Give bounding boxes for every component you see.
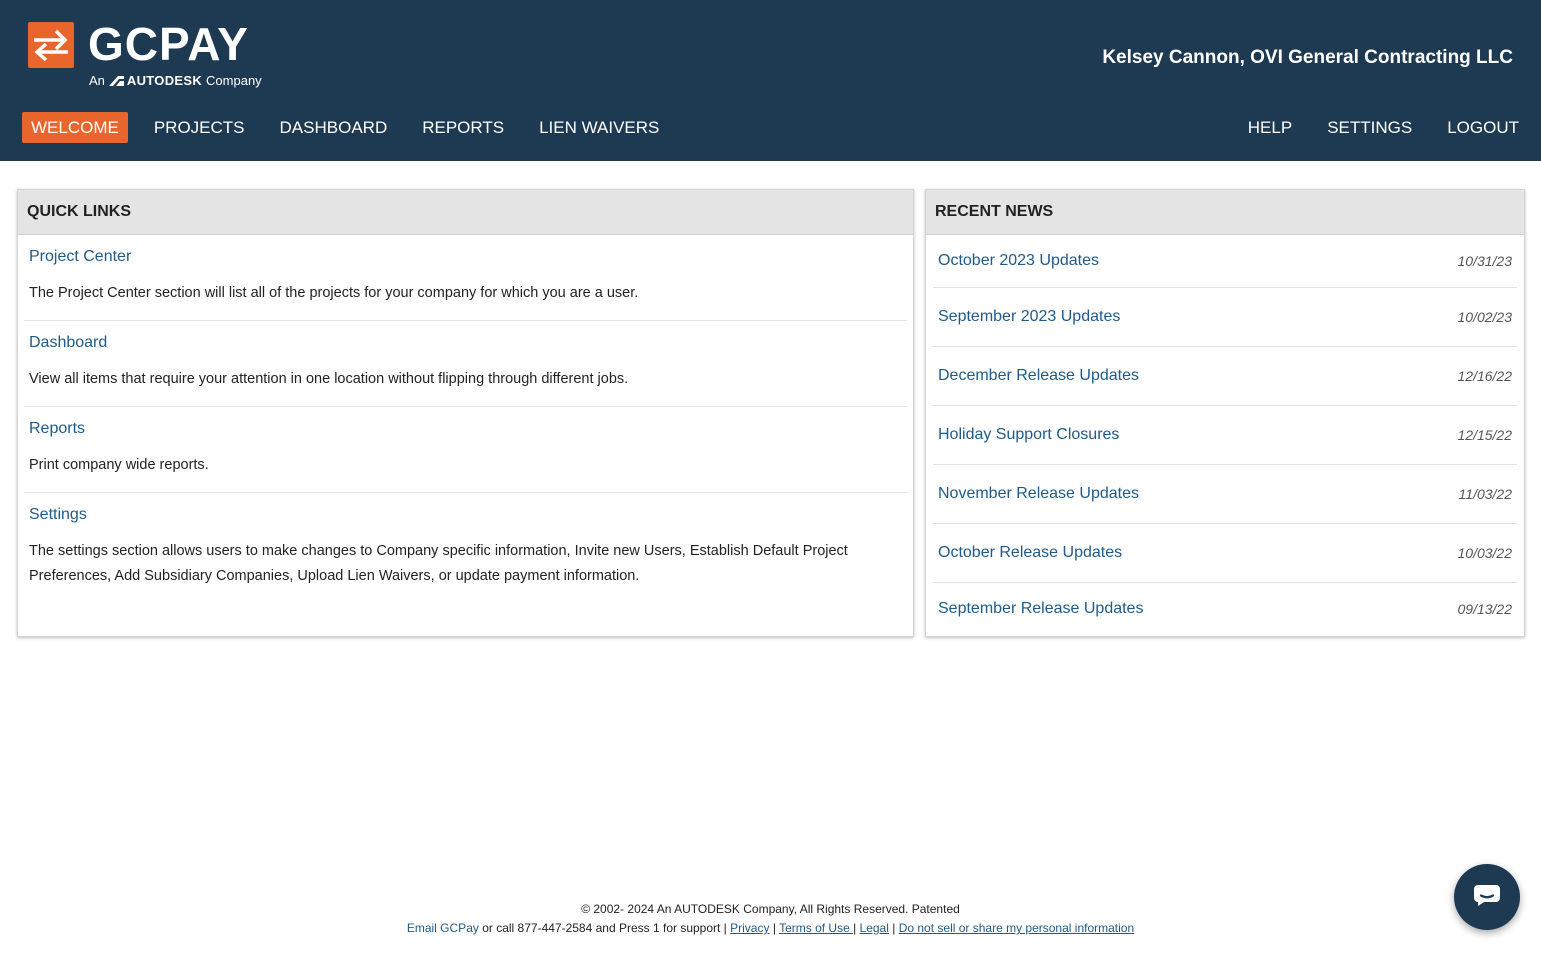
nav-projects[interactable]: PROJECTS: [145, 112, 254, 143]
main-nav: WELCOME PROJECTS DASHBOARD REPORTS LIEN …: [22, 112, 685, 143]
autodesk-logo-icon: [108, 74, 124, 90]
quick-link-reports[interactable]: Reports: [29, 419, 85, 439]
news-item: September Release Updates 09/13/22: [933, 583, 1517, 635]
news-link[interactable]: November Release Updates: [938, 485, 1139, 503]
quick-link-description: The settings section allows users to mak…: [29, 543, 848, 584]
news-link[interactable]: September Release Updates: [938, 600, 1143, 618]
news-item: Holiday Support Closures 12/15/22: [933, 406, 1517, 465]
nav-lien-waivers[interactable]: LIEN WAIVERS: [530, 112, 668, 143]
news-link[interactable]: October 2023 Updates: [938, 252, 1099, 270]
news-item: December Release Updates 12/16/22: [933, 347, 1517, 406]
quick-link-project-center[interactable]: Project Center: [29, 247, 131, 267]
news-link[interactable]: September 2023 Updates: [938, 308, 1120, 326]
news-item: November Release Updates 11/03/22: [933, 465, 1517, 524]
terms-of-use-link[interactable]: Terms of Use: [779, 921, 853, 935]
quick-link-description: The Project Center section will list all…: [29, 285, 639, 301]
recent-news-panel: RECENT NEWS October 2023 Updates 10/31/2…: [925, 189, 1525, 637]
support-text: or call 877-447-2584 and Press 1 for sup…: [478, 921, 731, 935]
quick-link-item: Project Center The Project Center sectio…: [24, 235, 907, 321]
quick-links-heading: QUICK LINKS: [18, 190, 913, 235]
news-list: October 2023 Updates 10/31/23 September …: [933, 235, 1517, 635]
quick-link-dashboard[interactable]: Dashboard: [29, 333, 107, 353]
news-link[interactable]: December Release Updates: [938, 367, 1139, 385]
footer-links: Email GCPay or call 877-447-2584 and Pre…: [0, 919, 1541, 938]
tagline-suffix: Company: [206, 73, 262, 88]
news-date: 10/31/23: [1457, 253, 1513, 269]
privacy-link[interactable]: Privacy: [730, 921, 769, 935]
brand-name: GCPAY: [88, 18, 249, 70]
nav-dashboard[interactable]: DASHBOARD: [271, 112, 397, 143]
nav-reports[interactable]: REPORTS: [413, 112, 513, 143]
quick-link-item: Reports Print company wide reports.: [24, 407, 907, 493]
quick-link-description: Print company wide reports.: [29, 457, 209, 473]
do-not-sell-link[interactable]: Do not sell or share my personal informa…: [899, 921, 1134, 935]
quick-links-panel: QUICK LINKS Project Center The Project C…: [17, 189, 914, 637]
nav-welcome[interactable]: WELCOME: [22, 112, 128, 143]
exchange-arrows-icon: [28, 22, 74, 68]
brand-tagline: An AUTODESK Company: [89, 73, 262, 90]
tagline-brand: AUTODESK: [126, 73, 203, 88]
nav-logout[interactable]: LOGOUT: [1438, 112, 1528, 143]
chat-button[interactable]: [1454, 864, 1520, 930]
news-date: 11/03/22: [1458, 486, 1512, 502]
news-item: September 2023 Updates 10/02/23: [933, 288, 1517, 347]
tagline-prefix: An: [89, 73, 105, 88]
quick-link-item: Dashboard View all items that require yo…: [24, 321, 907, 407]
news-date: 10/03/22: [1457, 545, 1513, 561]
user-account-name: Kelsey Cannon, OVI General Contracting L…: [1102, 47, 1513, 68]
chat-bubble-icon: [1473, 883, 1501, 912]
nav-help[interactable]: HELP: [1239, 112, 1301, 143]
quick-link-settings[interactable]: Settings: [29, 505, 87, 525]
news-item: October Release Updates 10/03/22: [933, 524, 1517, 583]
footer: © 2002- 2024 An AUTODESK Company, All Ri…: [0, 900, 1541, 938]
quick-link-item: Settings The settings section allows use…: [24, 493, 907, 603]
gcpay-logo[interactable]: GCPAY An AUTODESK Company: [28, 18, 288, 92]
nav-settings[interactable]: SETTINGS: [1318, 112, 1421, 143]
news-date: 12/15/22: [1457, 427, 1513, 443]
legal-link[interactable]: Legal: [860, 921, 889, 935]
recent-news-heading: RECENT NEWS: [926, 190, 1524, 235]
footer-separator: |: [888, 921, 899, 935]
footer-separator: |: [769, 921, 780, 935]
news-link[interactable]: Holiday Support Closures: [938, 426, 1119, 444]
copyright-text: © 2002- 2024 An AUTODESK Company, All Ri…: [581, 902, 960, 916]
email-gcpay-link[interactable]: Email GCPay: [407, 921, 479, 935]
news-date: 12/16/22: [1457, 368, 1513, 384]
news-link[interactable]: October Release Updates: [938, 544, 1122, 562]
news-date: 10/02/23: [1457, 309, 1513, 325]
news-item: October 2023 Updates 10/31/23: [933, 235, 1517, 288]
news-date: 09/13/22: [1457, 601, 1513, 617]
quick-link-description: View all items that require your attenti…: [29, 371, 629, 387]
header: GCPAY An AUTODESK Company Kelsey Cannon, O…: [0, 0, 1541, 161]
account-nav: HELP SETTINGS LOGOUT: [1222, 112, 1528, 143]
